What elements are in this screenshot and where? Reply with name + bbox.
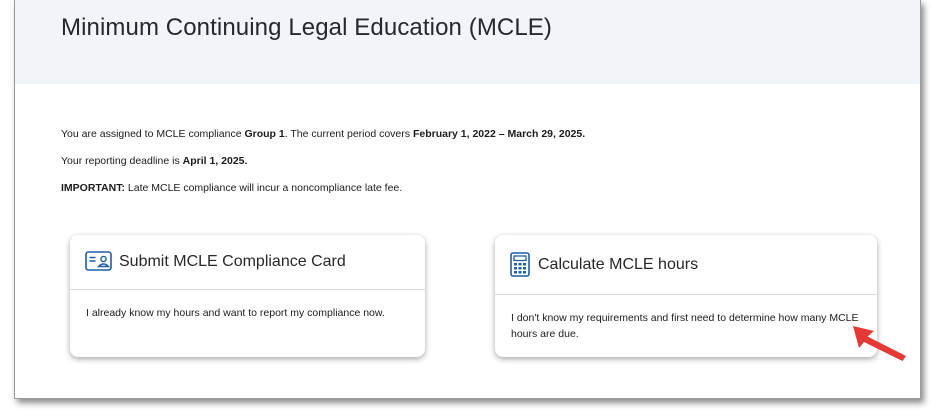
- id-card-icon: [85, 251, 112, 271]
- card-title: Submit MCLE Compliance Card: [119, 253, 346, 270]
- compliance-group-info: You are assigned to MCLE compliance Grou…: [61, 128, 586, 140]
- card-header: Submit MCLE Compliance Card: [70, 235, 425, 290]
- card-description: I don't know my requirements and first n…: [511, 312, 859, 340]
- submit-compliance-card-option[interactable]: Submit MCLE Compliance Card I already kn…: [70, 235, 425, 357]
- late-fee-notice: IMPORTANT: Late MCLE compliance will inc…: [61, 182, 403, 194]
- card-title: Calculate MCLE hours: [538, 256, 699, 273]
- app-window: Minimum Continuing Legal Education (MCLE…: [14, 0, 921, 399]
- period-value: February 1, 2022 – March 29, 2025.: [412, 128, 586, 140]
- deadline-value: April 1, 2025.: [182, 155, 248, 167]
- calculator-icon: [510, 252, 530, 277]
- calculate-hours-option[interactable]: Calculate MCLE hours I don't know my req…: [495, 235, 877, 357]
- page-title: Minimum Continuing Legal Education (MCLE…: [61, 14, 552, 41]
- arrow-pointer-icon: [853, 326, 906, 361]
- card-header: Calculate MCLE hours: [495, 235, 877, 295]
- important-label: IMPORTANT:: [61, 182, 125, 194]
- card-description: I already know my hours and want to repo…: [86, 307, 385, 319]
- group-value: Group 1: [244, 128, 285, 140]
- reporting-deadline-info: Your reporting deadline is April 1, 2025…: [61, 155, 248, 167]
- page-header: Minimum Continuing Legal Education (MCLE…: [15, 0, 920, 84]
